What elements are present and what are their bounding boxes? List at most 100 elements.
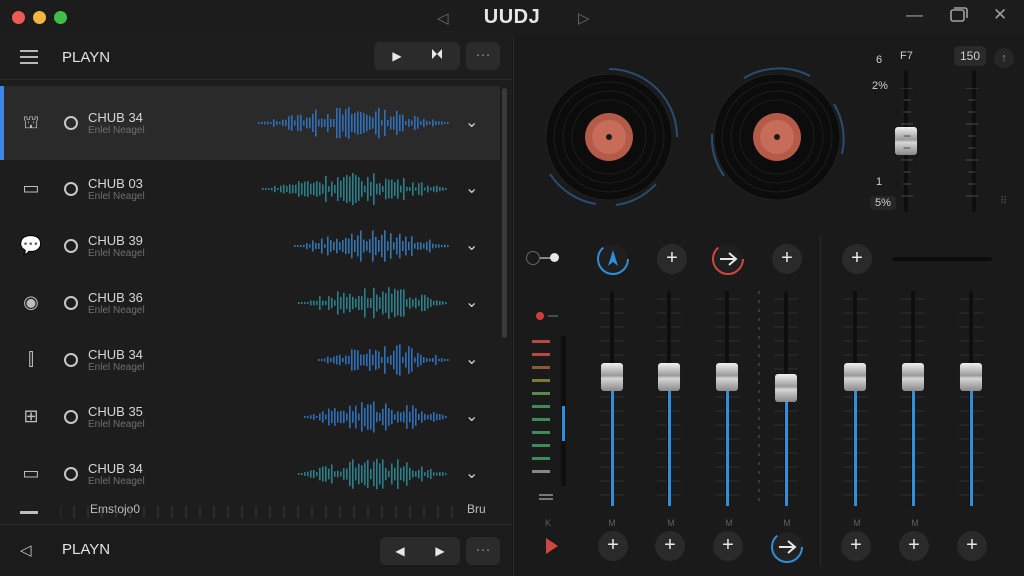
footer-title: PLAYN <box>62 541 111 558</box>
disc-icon: ◉ <box>23 292 39 312</box>
clip-dash <box>548 315 558 317</box>
track-title: CHUB 35 <box>88 404 143 419</box>
channel-fader-knob[interactable] <box>775 373 797 402</box>
channel-label: M <box>608 518 616 528</box>
track-status-ring[interactable] <box>64 116 78 130</box>
title-bar: ◁ UUDJ ▷ — ✕ <box>0 0 1024 36</box>
track-subtitle: Enlel Neagel <box>88 362 145 373</box>
footer-more-button[interactable]: ··· <box>466 537 500 565</box>
chevron-down-icon[interactable]: ⌄ <box>465 349 478 369</box>
track-status-ring[interactable] <box>64 239 78 253</box>
track-subtitle: Enlel Neagel <box>88 191 145 202</box>
channel-3-add-button[interactable]: + <box>713 531 743 561</box>
channel-label: M <box>853 518 861 528</box>
cue-button[interactable] <box>416 42 458 70</box>
track-waveform[interactable] <box>258 227 458 265</box>
pitch-f-label: F7 <box>900 50 913 62</box>
deck-b-sync-icon[interactable] <box>711 242 745 276</box>
track-status-ring[interactable] <box>64 467 78 481</box>
next-track-button[interactable]: ▶ <box>420 537 460 565</box>
chevron-down-icon[interactable]: ⌄ <box>465 406 478 426</box>
app-title: UUDJ <box>483 6 541 28</box>
add-button-3[interactable]: + <box>842 244 872 274</box>
track-row[interactable]: ⛫ CHUB 34 Enlel Neagel ⌄ <box>0 86 500 160</box>
track-status-ring[interactable] <box>64 296 78 310</box>
drag-handle-icon[interactable]: ⠿ <box>1000 196 1007 207</box>
playlist-panel: PLAYN ▶ ··· ⛫ CHUB 34 Enlel Neagel ⌄ ▭ CHUB 0… <box>0 36 512 576</box>
track-waveform[interactable] <box>258 170 458 208</box>
channel-level-fill <box>970 391 973 506</box>
channel-label: M <box>783 518 791 528</box>
dash-icon <box>20 511 38 514</box>
channel-fader-knob[interactable] <box>960 363 982 391</box>
track-status-ring[interactable] <box>64 353 78 367</box>
record-arrow-icon[interactable] <box>541 536 561 556</box>
equalizer-icon: ⫿ <box>28 349 34 369</box>
chevron-down-icon[interactable]: ⌄ <box>465 112 478 132</box>
play-button[interactable]: ▶ <box>376 42 418 70</box>
channel-fader-knob[interactable] <box>601 363 623 391</box>
channel-fader-knob[interactable] <box>844 363 866 391</box>
deck-a-sync-icon[interactable] <box>596 242 630 276</box>
deck-a-turntable[interactable] <box>536 64 682 210</box>
track-row[interactable]: ⊞ CHUB 35 Enlel Neagel ⌄ <box>0 388 500 445</box>
next-arrow-icon[interactable]: ▷ <box>578 9 590 27</box>
chat-icon: 💬 <box>19 235 43 255</box>
chevron-down-icon[interactable]: ⌄ <box>465 463 478 483</box>
track-waveform[interactable] <box>258 341 458 379</box>
track-row[interactable]: ▭ CHUB 03 Enlel Neagel ⌄ <box>0 160 500 217</box>
deck-b-turntable[interactable] <box>704 64 850 210</box>
minimize-icon[interactable]: — <box>906 5 923 25</box>
track-status-ring[interactable] <box>64 410 78 424</box>
channel-1-add-button[interactable]: + <box>598 531 628 561</box>
track-row[interactable]: ◉ CHUB 36 Enlel Neagel ⌄ <box>0 274 500 331</box>
channel-fader-knob[interactable] <box>658 363 680 391</box>
track-waveform[interactable] <box>258 104 458 142</box>
crate-icon: ▭ <box>22 178 40 198</box>
channel-fader-knob[interactable] <box>716 363 738 391</box>
channel-label: M <box>725 518 733 528</box>
track-waveform[interactable] <box>258 398 458 436</box>
track-waveform[interactable] <box>258 455 458 493</box>
prev-track-button[interactable]: ◀ <box>380 537 420 565</box>
add-button-2[interactable]: + <box>772 244 802 274</box>
vu-meter <box>532 336 566 500</box>
channel-fader-knob[interactable] <box>902 363 924 391</box>
track-status-ring[interactable] <box>64 182 78 196</box>
playlist-scrollbar[interactable] <box>502 88 507 338</box>
track-title: CHUB 39 <box>88 233 143 248</box>
chevron-down-icon[interactable]: ⌄ <box>465 235 478 255</box>
channel-level-fill <box>668 391 671 506</box>
track-waveform[interactable] <box>258 284 458 322</box>
channel-4-sync-icon[interactable] <box>770 530 804 564</box>
channel-label: K <box>544 518 551 528</box>
add-button-1[interactable]: + <box>657 244 687 274</box>
more-options-button[interactable]: ··· <box>466 42 500 70</box>
playlist-header: PLAYN ▶ ··· <box>0 36 512 80</box>
close-icon[interactable]: ✕ <box>993 5 1007 25</box>
bpm-up-icon[interactable]: ↑ <box>994 48 1014 68</box>
track-list: ⛫ CHUB 34 Enlel Neagel ⌄ ▭ CHUB 03 Enlel Neage… <box>0 86 500 524</box>
channel-label: M <box>667 518 675 528</box>
track-title: CHUB 34 <box>88 461 143 476</box>
track-row[interactable]: ⫿ CHUB 34 Enlel Neagel ⌄ <box>0 331 500 388</box>
chevron-down-icon[interactable]: ⌄ <box>465 292 478 312</box>
track-row[interactable]: 💬 CHUB 39 Enlel Neagel ⌄ <box>0 217 500 274</box>
chevron-down-icon[interactable]: ⌄ <box>465 178 478 198</box>
bpm-display: 150 <box>954 46 987 66</box>
crossfader-toggle[interactable] <box>526 250 560 266</box>
crossfader-track[interactable] <box>892 257 992 261</box>
channel-5-add-button[interactable]: + <box>841 531 871 561</box>
list-menu-icon[interactable] <box>20 50 38 64</box>
playlist-title: PLAYN <box>62 49 111 66</box>
track-title: CHUB 36 <box>88 290 143 305</box>
center-divider <box>758 291 760 506</box>
track-title: CHUB 34 <box>88 347 143 362</box>
restore-icon[interactable] <box>950 7 968 28</box>
channel-level-fill <box>785 401 788 506</box>
channel-2-add-button[interactable]: + <box>655 531 685 561</box>
channel-level-fill <box>726 391 729 506</box>
back-arrow-icon[interactable]: ◁ <box>20 541 32 559</box>
channel-6-add-button[interactable]: + <box>899 531 929 561</box>
channel-7-add-button[interactable]: + <box>957 531 987 561</box>
